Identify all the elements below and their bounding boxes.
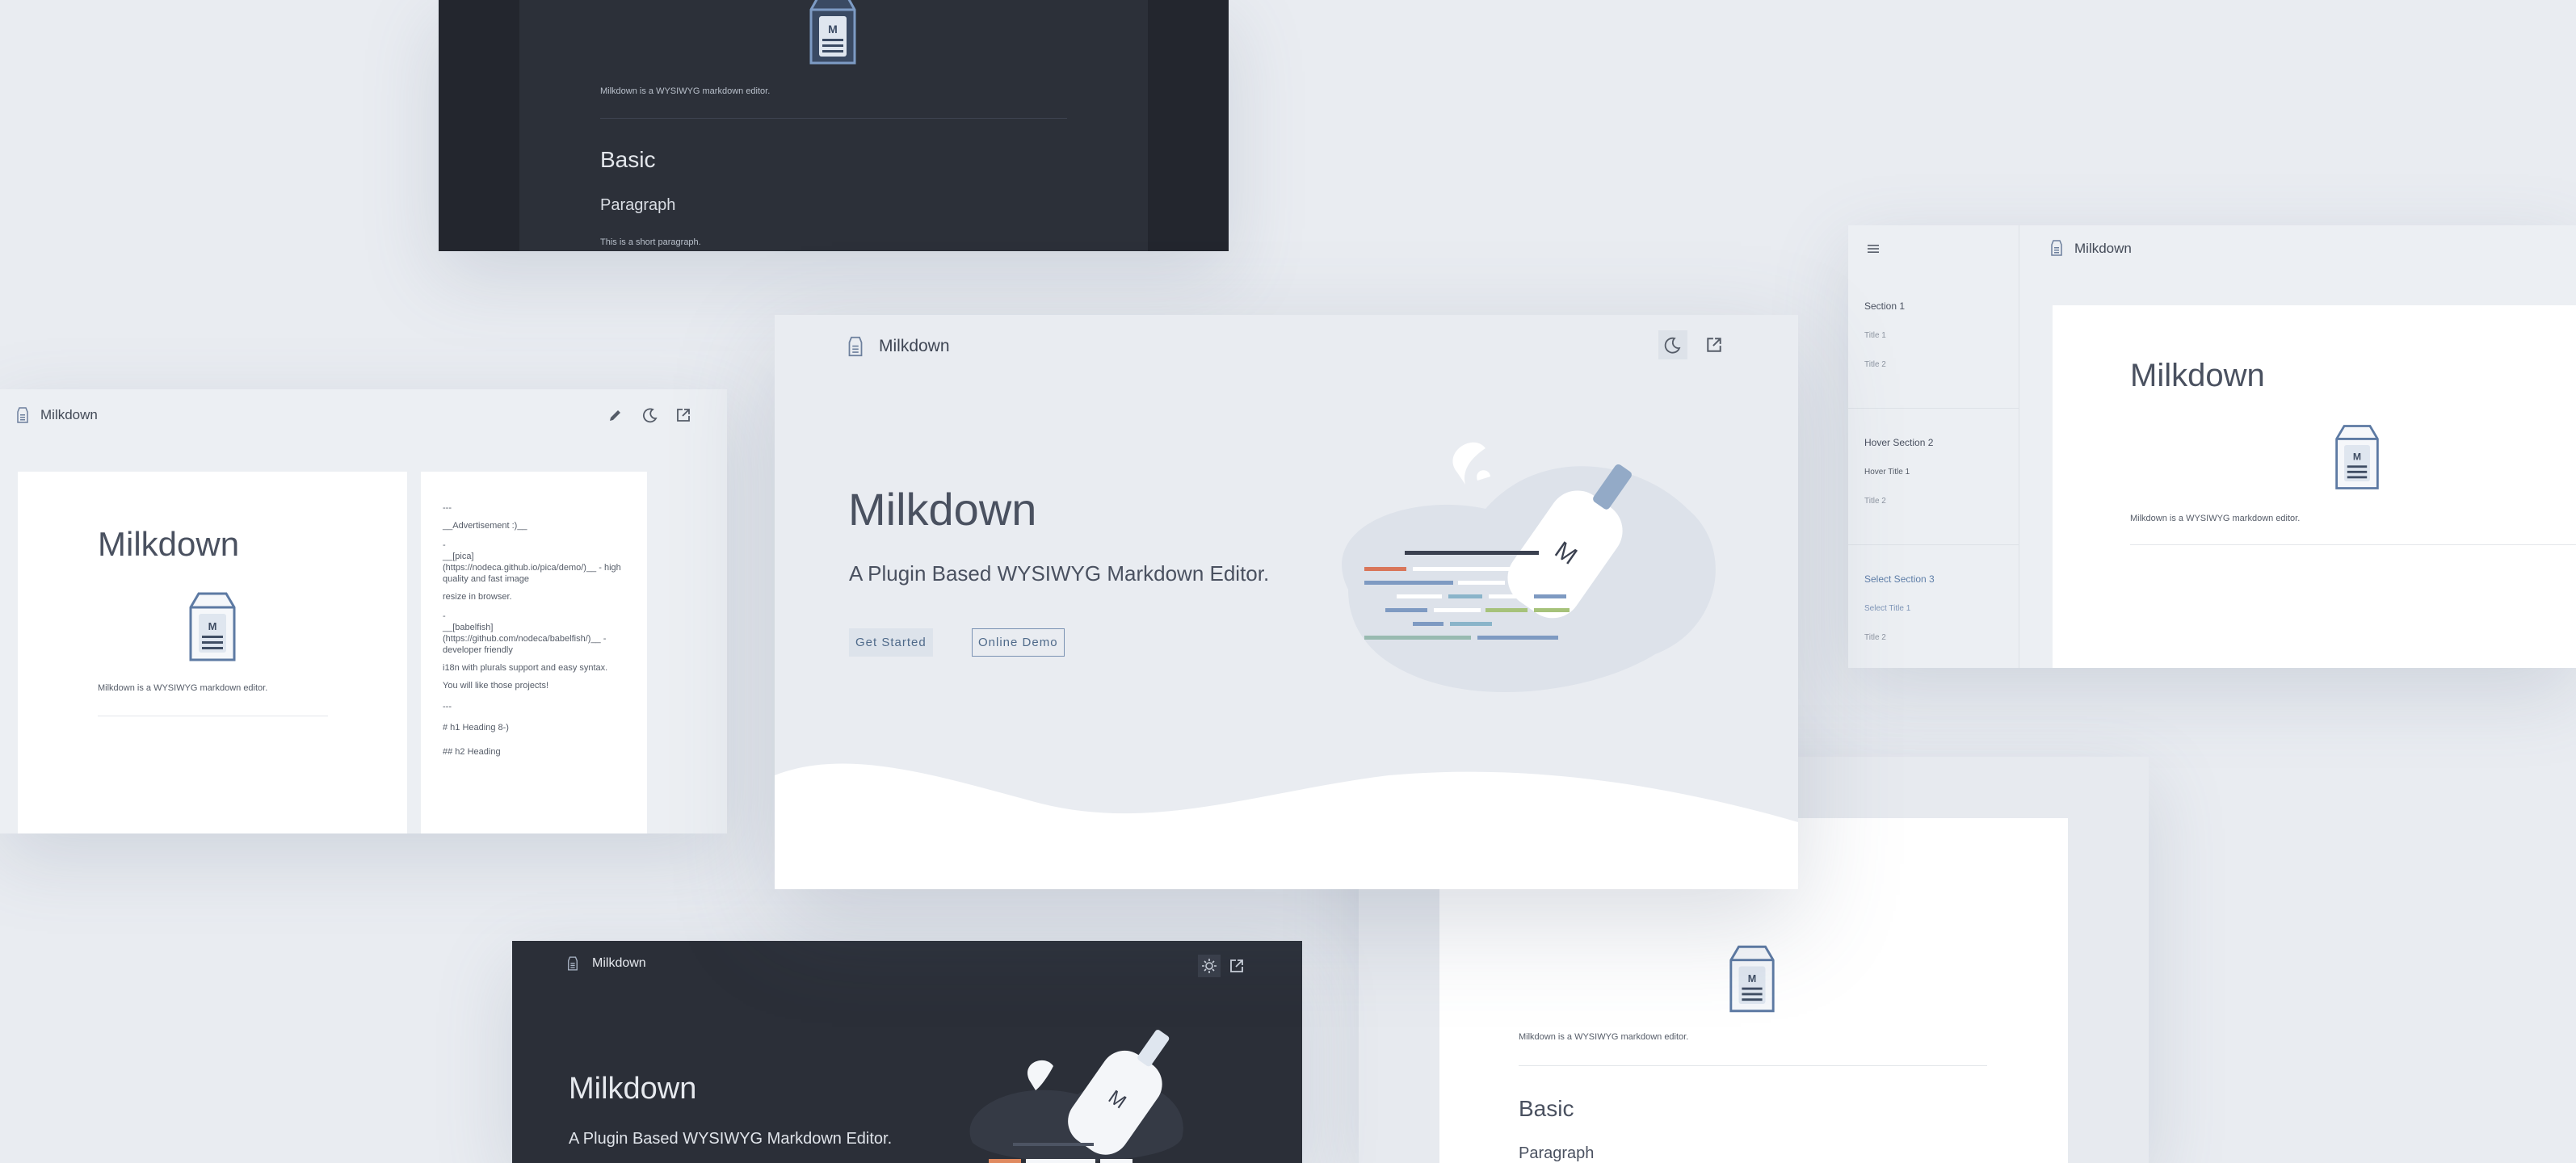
doc-pane[interactable]: Milkdown M Milkdown is a WYSIWYG markdow… [2053,305,2576,668]
milk-carton-icon [567,956,578,971]
sidebar-section-title-selected: Select Section 3 [1864,573,1935,585]
menu-icon[interactable] [1866,241,1881,256]
dark-landing-preview: Milkdown Milkdown A Plugin Based WYSIWYG… [512,941,1302,1163]
svg-text:M: M [1748,973,1757,985]
sidebar-item[interactable]: Title 2 [1864,633,1935,642]
milk-carton-icon: M [806,0,859,66]
hero-illustration: M [940,1030,1199,1163]
sidebar-item[interactable]: Title 1 [1864,331,1905,340]
doc-h2: Basic [600,147,656,172]
divider [1848,544,2019,545]
source-line: # h1 Heading 8-) [443,723,509,733]
landing-preview: Milkdown Milkdown A Plugin Based WYSIWYG… [775,315,1798,889]
online-demo-button[interactable]: Online Demo [972,628,1065,657]
brand-title: Milkdown [592,956,646,970]
milk-carton-icon: M [2332,423,2382,491]
sidebar-section-title: Section 1 [1864,300,1906,312]
doc-intro: Milkdown is a WYSIWYG markdown editor. [600,86,771,96]
wave-footer [775,763,1798,889]
divider [600,118,1067,119]
brand-title: Milkdown [879,337,950,355]
sidebar-item-hover[interactable]: Hover Title 1 [1864,468,1933,477]
external-link-icon[interactable] [675,407,691,423]
svg-text:M: M [828,23,838,36]
divider [2130,544,2576,545]
doc-h2: Basic [1519,1096,1574,1121]
sun-icon[interactable] [1198,955,1221,977]
hero-title: Milkdown [569,1072,697,1106]
milk-carton-icon [847,336,864,357]
moon-icon[interactable] [1658,330,1687,359]
sidebar-item[interactable]: Title 2 [1864,497,1933,506]
sidebar-doc-preview: Section 1 Title 1 Title 2 Hover Section … [1848,225,2576,668]
source-line: - [443,540,446,550]
sidebar-section-3[interactable]: Select Section 3 Select Title 1 Title 2 [1864,573,1935,642]
source-line: --- [443,503,452,513]
hero-tagline: A Plugin Based WYSIWYG Markdown Editor. [849,561,1270,586]
doc-h3: Paragraph [600,196,676,214]
hero-illustration: M [1300,420,1736,715]
doc-title: Milkdown [2130,358,2265,393]
divider [1519,1065,1987,1066]
rendered-pane[interactable]: Milkdown M Milkdown is a WYSIWYG markdow… [18,472,407,833]
milk-carton-icon [16,407,29,423]
source-line: __[pica](https://nodeca.github.io/pica/d… [443,552,621,584]
milk-carton-icon: M [186,591,239,662]
external-link-icon[interactable] [1229,958,1245,974]
source-line: i18n with plurals support and easy synta… [443,663,608,673]
svg-text:M: M [208,620,217,632]
hero-tagline: A Plugin Based WYSIWYG Markdown Editor. [569,1130,893,1148]
source-line: You will like those projects! [443,681,549,691]
source-line: ## h2 Heading [443,747,501,757]
doc-intro: Milkdown is a WYSIWYG markdown editor. [98,683,268,693]
source-line: resize in browser. [443,592,512,602]
milk-carton-icon [2050,240,2063,256]
svg-text:M: M [2353,451,2361,463]
doc-paragraph: This is a short paragraph. [600,237,701,247]
sidebar-section-title: Hover Section 2 [1864,437,1934,448]
source-line: --- [443,702,452,712]
source-pane[interactable]: --- __Advertisement :)__ - __[pica](http… [421,472,647,833]
sidebar-section-1[interactable]: Section 1 Title 1 Title 2 [1864,300,1905,369]
doc-title: Milkdown [98,525,240,563]
brand-title: Milkdown [2074,241,2132,256]
moon-icon[interactable] [642,407,658,423]
dark-doc-preview: M Milkdown is a WYSIWYG markdown editor.… [439,0,1229,251]
sidebar-item-selected[interactable]: Select Title 1 [1864,604,1935,613]
hero-title: Milkdown [848,484,1037,535]
get-started-button[interactable]: Get Started [849,628,933,657]
doc-intro: Milkdown is a WYSIWYG markdown editor. [1519,1032,1689,1042]
sidebar-item[interactable]: Title 2 [1864,360,1905,369]
doc-h3: Paragraph [1519,1144,1595,1162]
pencil-icon[interactable] [607,407,624,423]
doc-intro: Milkdown is a WYSIWYG markdown editor. [2130,514,2301,523]
sidebar-section-2[interactable]: Hover Section 2 Hover Title 1 Title 2 [1864,437,1933,506]
brand-title: Milkdown [40,407,98,422]
divider [1848,408,2019,409]
split-editor-preview: Milkdown Milkdown M Milkdown is a WYSIWY… [0,389,727,833]
external-link-icon[interactable] [1705,336,1723,354]
source-line: - [443,611,446,621]
milk-carton-icon: M [1726,944,1778,1014]
source-line: __Advertisement :)__ [443,521,527,531]
sidebar: Section 1 Title 1 Title 2 Hover Section … [1848,225,2019,668]
source-line: __[babelfish](https://github.com/nodeca/… [443,623,607,655]
